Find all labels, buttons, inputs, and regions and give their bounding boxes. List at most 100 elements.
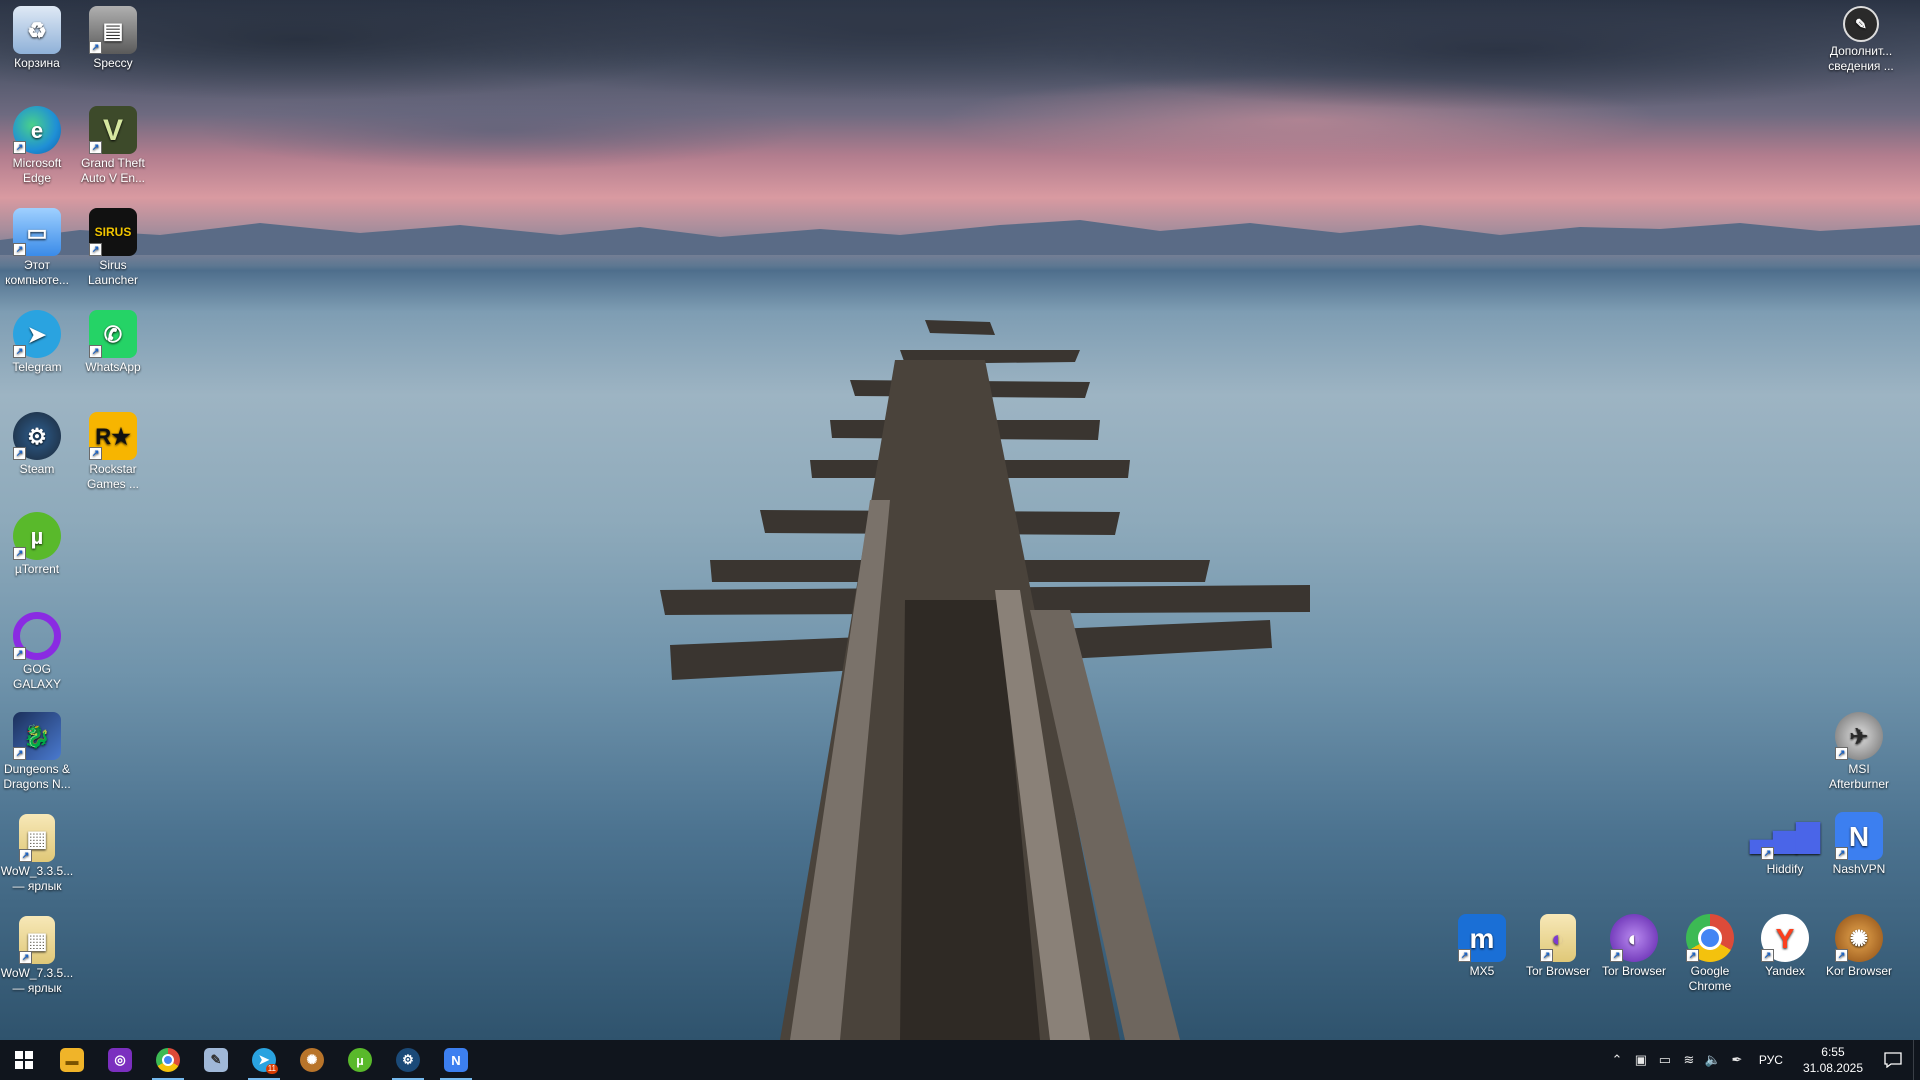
desktop-icon-steam[interactable]: ⚙ ↗ Steam — [0, 412, 74, 477]
shortcut-arrow-icon: ↗ — [19, 951, 32, 964]
desktop-icon-label: Dungeons & Dragons N... — [3, 762, 71, 791]
desktop-icon-speccy[interactable]: ▤ ↗ Speccy — [76, 6, 150, 71]
desktop-icon-recycle-bin[interactable]: ♻ Корзина — [0, 6, 74, 71]
desktop-icon-rockstar-games[interactable]: R★ ↗ Rockstar Games ... — [76, 412, 150, 492]
desktop-icon-yandex[interactable]: Y ↗ Yandex — [1748, 914, 1822, 979]
battery-icon[interactable]: ▭ — [1653, 1040, 1677, 1080]
desktop-icon-label: Grand Theft Auto V En... — [80, 156, 146, 185]
pen-icon[interactable]: ✒ — [1725, 1040, 1749, 1080]
desktop-icon-label: Tor Browser — [1601, 964, 1666, 978]
kor-browser-icon: ✺ ↗ — [1835, 914, 1883, 962]
desktop-icon-microsoft-edge[interactable]: e ↗ Microsoft Edge — [0, 106, 74, 186]
shortcut-arrow-icon: ↗ — [1686, 949, 1699, 962]
notification-center-button[interactable] — [1873, 1040, 1913, 1080]
desktop-icon-hiddify[interactable]: ▃▅▇ ↗ Hiddify — [1748, 812, 1822, 877]
clock[interactable]: 6:55 31.08.2025 — [1793, 1044, 1873, 1076]
desktop-icon-this-pc[interactable]: ▭ ↗ Этот компьюте... — [0, 208, 74, 288]
unread-badge: 11 — [265, 1064, 278, 1074]
taskbar-kor-browser[interactable]: ✺ — [288, 1040, 336, 1080]
shortcut-arrow-icon: ↗ — [13, 547, 26, 560]
taskbar-file-explorer[interactable]: ▬ — [48, 1040, 96, 1080]
taskbar-chrome[interactable] — [144, 1040, 192, 1080]
volume-icon[interactable]: 🔈 — [1701, 1040, 1725, 1080]
sirus-launcher-icon: SIRUS ↗ — [89, 208, 137, 256]
taskbar-paint[interactable]: ✎ — [192, 1040, 240, 1080]
steam-icon: ⚙ ↗ — [13, 412, 61, 460]
desktop-icon-wow-735[interactable]: ▦ ↗ WoW_7.3.5... — ярлык — [0, 916, 74, 996]
wifi-icon[interactable]: ≋ — [1677, 1040, 1701, 1080]
desktop-icon-label: Kor Browser — [1825, 964, 1893, 978]
taskbar-telegram[interactable]: ➤ 11 — [240, 1040, 288, 1080]
desktop-icon-whatsapp[interactable]: ✆ ↗ WhatsApp — [76, 310, 150, 375]
show-hidden-icons-chevron-icon[interactable]: ⌃ — [1605, 1040, 1629, 1080]
shortcut-arrow-icon: ↗ — [1835, 847, 1848, 860]
desktop-icon-wow-335[interactable]: ▦ ↗ WoW_3.3.5... — ярлык — [0, 814, 74, 894]
desktop-icon-gta-v[interactable]: V ↗ Grand Theft Auto V En... — [76, 106, 150, 186]
shortcut-arrow-icon: ↗ — [13, 747, 26, 760]
desktop-icon-label: NashVPN — [1832, 862, 1886, 876]
shortcut-arrow-icon: ↗ — [89, 141, 102, 154]
desktop-icon-google-chrome[interactable]: ↗ Google Chrome — [1673, 914, 1747, 994]
desktop-icon-sirus-launcher[interactable]: SIRUS ↗ Sirus Launcher — [76, 208, 150, 288]
taskbar-steam[interactable]: ⚙ — [384, 1040, 432, 1080]
wow-335-folder-icon: ▦ ↗ — [19, 814, 55, 862]
desktop-icon-label: Google Chrome — [1688, 964, 1732, 993]
google-chrome-icon: ↗ — [1686, 914, 1734, 962]
shortcut-arrow-icon: ↗ — [13, 647, 26, 660]
paint-icon: ✎ — [204, 1048, 228, 1072]
desktop-icon-mx5[interactable]: m ↗ MX5 — [1445, 914, 1519, 979]
gta-v-icon: V ↗ — [89, 106, 137, 154]
shortcut-arrow-icon: ↗ — [1835, 747, 1848, 760]
recycle-bin-icon: ♻ — [13, 6, 61, 54]
telegram-icon: ➤ ↗ — [13, 310, 61, 358]
desktop-icon-nashvpn[interactable]: N ↗ NashVPN — [1822, 812, 1896, 877]
mx5-icon: m ↗ — [1458, 914, 1506, 962]
microsoft-edge-icon: e ↗ — [13, 106, 61, 154]
desktop-icon-label: Rockstar Games ... — [86, 462, 139, 491]
tor-browser-1-icon: ◐ ↗ — [1540, 914, 1576, 962]
tor-browser-2-icon: ◐ ↗ — [1610, 914, 1658, 962]
additional-info-icon: ✎ — [1843, 6, 1879, 42]
start-button[interactable] — [0, 1040, 48, 1080]
desktop-icon-utorrent[interactable]: µ ↗ µTorrent — [0, 512, 74, 577]
steam-icon: ⚙ — [396, 1048, 420, 1072]
hiddify-icon: ▃▅▇ ↗ — [1750, 819, 1820, 860]
desktop-wallpaper: ♻ Корзина ▤ ↗ Speccy e ↗ Microsoft Edge V ↗… — [0, 0, 1920, 1040]
shortcut-arrow-icon: ↗ — [89, 41, 102, 54]
desktop-icon-label: WoW_7.3.5... — ярлык — [0, 966, 74, 995]
desktop-icon-label: Hiddify — [1766, 862, 1804, 876]
notification-icon — [1884, 1052, 1902, 1068]
shortcut-arrow-icon: ↗ — [1610, 949, 1623, 962]
clock-date: 31.08.2025 — [1802, 1061, 1863, 1075]
desktop-icon-label: µTorrent — [14, 562, 60, 576]
taskbar-app-purple[interactable]: ◎ — [96, 1040, 144, 1080]
shortcut-arrow-icon: ↗ — [19, 849, 32, 862]
windows-logo-icon — [15, 1051, 33, 1069]
shortcut-arrow-icon: ↗ — [1761, 847, 1774, 860]
desktop-icon-msi-afterburner[interactable]: ✈ ↗ MSI Afterburner — [1822, 712, 1896, 792]
yandex-icon: Y ↗ — [1761, 914, 1809, 962]
shortcut-arrow-icon: ↗ — [1540, 949, 1553, 962]
shortcut-arrow-icon: ↗ — [13, 243, 26, 256]
input-language[interactable]: РУС — [1749, 1053, 1793, 1067]
gog-galaxy-icon: ↗ — [13, 612, 61, 660]
taskbar-utorrent[interactable]: µ — [336, 1040, 384, 1080]
tray-app-icon[interactable]: ▣ — [1629, 1040, 1653, 1080]
desktop-icon-label: Этот компьюте... — [5, 258, 69, 287]
desktop-icon-label: Дополнит... сведения ... — [1828, 44, 1894, 73]
desktop-icon-label: Yandex — [1765, 964, 1805, 978]
desktop-icon-gog-galaxy[interactable]: ↗ GOG GALAXY — [0, 612, 74, 692]
desktop-icon-tor-browser-2[interactable]: ◐ ↗ Tor Browser — [1597, 914, 1671, 979]
desktop-icon-additional-info[interactable]: ✎ Дополнит... сведения ... — [1824, 6, 1898, 74]
desktop-icon-label: Корзина — [14, 56, 60, 70]
shortcut-arrow-icon: ↗ — [1835, 949, 1848, 962]
show-desktop-button[interactable] — [1913, 1040, 1920, 1080]
desktop-icon-label: Tor Browser — [1525, 964, 1590, 978]
msi-afterburner-icon: ✈ ↗ — [1835, 712, 1883, 760]
desktop-icon-kor-browser[interactable]: ✺ ↗ Kor Browser — [1822, 914, 1896, 979]
taskbar-nashvpn[interactable]: N — [432, 1040, 480, 1080]
desktop-icon-tor-browser-1[interactable]: ◐ ↗ Tor Browser — [1521, 914, 1595, 979]
wow-735-folder-icon: ▦ ↗ — [19, 916, 55, 964]
desktop-icon-dungeons-dragons[interactable]: 🐉 ↗ Dungeons & Dragons N... — [0, 712, 74, 792]
desktop-icon-telegram[interactable]: ➤ ↗ Telegram — [0, 310, 74, 375]
